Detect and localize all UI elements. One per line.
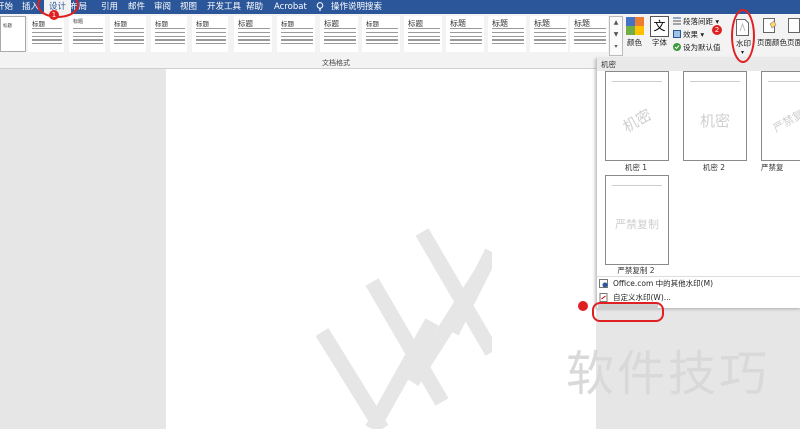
style-thumb[interactable]: 标题 <box>234 16 272 52</box>
style-thumb[interactable]: 标题 <box>28 16 64 52</box>
style-thumb-current[interactable]: 标题 <box>0 16 26 52</box>
style-thumb[interactable]: 标题 <box>362 16 400 52</box>
style-thumb[interactable]: 标题 <box>151 16 187 52</box>
watermark-option-do-not-copy-1[interactable]: 严禁复制 <box>761 71 800 161</box>
chevron-down-icon[interactable]: ▼ <box>610 29 622 41</box>
check-icon <box>673 43 681 51</box>
effects-button[interactable]: 效果 ▾ <box>673 29 704 40</box>
watermark-option-confidential-2[interactable]: 机密 <box>683 71 747 161</box>
page-watermark-graphic <box>315 228 492 429</box>
annotation-circle-remove-watermark <box>592 302 664 322</box>
style-thumb[interactable]: 标题 <box>446 16 484 52</box>
lightbulb-icon <box>316 2 324 11</box>
paragraph-spacing-icon <box>673 17 681 25</box>
gallery-more-icon[interactable]: ▾ <box>610 41 622 53</box>
tab-mailings[interactable]: 邮件 <box>128 0 145 14</box>
tab-review[interactable]: 审阅 <box>154 0 171 14</box>
watermark-option-label: 严禁复制 2 <box>617 266 655 275</box>
tell-me-search[interactable]: 操作说明搜索 <box>331 0 382 14</box>
style-thumb[interactable]: 标题 <box>69 16 105 52</box>
overlay-watermark: 软件技巧 <box>566 346 771 402</box>
annotation-badge-3 <box>578 301 588 311</box>
tab-developer[interactable]: 开发工具 <box>207 0 241 14</box>
gallery-scroll[interactable]: ▲ ▼ ▾ <box>609 16 623 56</box>
fonts-icon[interactable]: 文 <box>650 16 669 37</box>
paragraph-spacing-button[interactable]: 段落间距 ▾ <box>673 16 719 27</box>
panel-section-title: 机密 <box>601 60 616 69</box>
style-thumb[interactable]: 标题 <box>488 16 526 52</box>
style-thumb[interactable]: 标题 <box>320 16 358 52</box>
effects-icon <box>673 30 681 38</box>
custom-watermark-icon <box>599 293 608 302</box>
style-thumb[interactable]: 标题 <box>192 16 228 52</box>
page-color-icon[interactable] <box>763 18 777 34</box>
style-thumb[interactable]: 标题 <box>404 16 442 52</box>
annotation-circle-watermark <box>731 9 755 63</box>
fonts-label: 字体 <box>652 38 667 47</box>
colors-icon[interactable] <box>626 17 644 35</box>
watermark-option-do-not-copy-2[interactable]: 严禁复制 <box>605 175 669 265</box>
annotation-badge-1: 1 <box>49 10 59 20</box>
watermark-option-label: 机密 1 <box>624 163 648 172</box>
set-default-button[interactable]: 设为默认值 <box>673 42 721 53</box>
tab-home[interactable]: 开始 <box>0 0 13 14</box>
tab-references[interactable]: 引用 <box>101 0 118 14</box>
page-border-icon[interactable] <box>788 18 800 34</box>
style-thumb[interactable]: 标题 <box>530 16 568 52</box>
style-thumb[interactable]: 标题 <box>110 16 146 52</box>
watermark-option-label: 严禁复 <box>761 163 784 172</box>
page-border-label[interactable]: 页面 <box>787 37 800 48</box>
document-formatting-group-label: 文档格式 <box>322 59 350 67</box>
watermark-gallery-panel: 机密 机密 机密 1 机密 机密 2 严禁复制 严禁复 严禁复制 严禁复制 2 … <box>596 58 800 310</box>
watermark-option-label: 机密 2 <box>702 163 726 172</box>
tab-help[interactable]: 帮助 <box>246 0 263 14</box>
annotation-badge-2: 2 <box>712 25 722 35</box>
panel-section-header: 机密 <box>597 58 800 71</box>
tab-view[interactable]: 视图 <box>180 0 197 14</box>
colors-label: 颜色 <box>627 38 642 47</box>
ribbon: 标题 标题 标题 标题 标题 标题 标题 标题 标题 标题 标题 标题 标题 标… <box>0 14 800 58</box>
tab-acrobat[interactable]: Acrobat <box>274 0 307 14</box>
left-margin-area <box>0 69 166 429</box>
style-thumb[interactable]: 标题 <box>277 16 315 52</box>
page-color-label[interactable]: 页面颜色 <box>757 37 787 48</box>
chevron-up-icon[interactable]: ▲ <box>610 17 622 29</box>
watermark-option-confidential-1[interactable]: 机密 <box>605 71 669 161</box>
menu-more-watermarks-office[interactable]: Office.com 中的其他水印(M) <box>599 277 713 291</box>
office-watermark-icon <box>599 279 608 288</box>
style-thumb[interactable]: 标题 <box>570 16 608 52</box>
menu-bar: 开始 插入 设计 布局 引用 邮件 审阅 视图 开发工具 帮助 Acrobat … <box>0 0 800 14</box>
